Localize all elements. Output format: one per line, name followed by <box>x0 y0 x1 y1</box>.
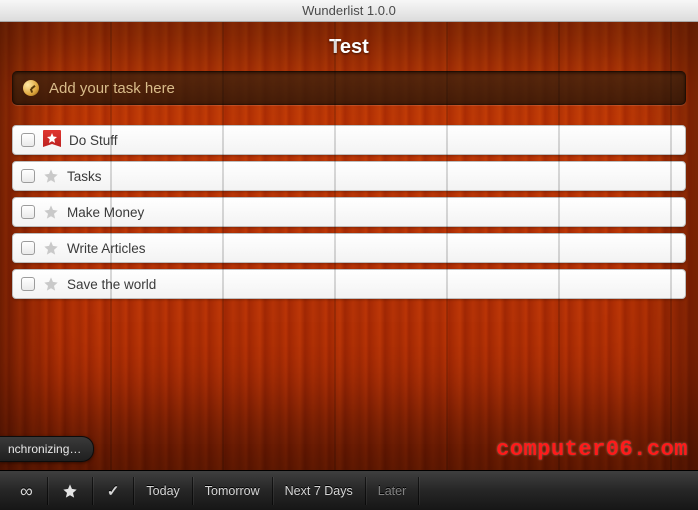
sync-status-label: nchronizing… <box>8 442 81 456</box>
task-row[interactable]: Make Money <box>12 197 686 227</box>
filter-starred-button[interactable] <box>48 477 93 505</box>
task-row[interactable]: Save the world <box>12 269 686 299</box>
task-label: Do Stuff <box>69 133 677 148</box>
clock-icon <box>23 80 39 96</box>
task-checkbox[interactable] <box>21 277 35 291</box>
task-checkbox[interactable] <box>21 169 35 183</box>
filter-next7[interactable]: Next 7 Days <box>273 477 366 505</box>
task-label: Tasks <box>67 169 677 184</box>
task-label: Write Articles <box>67 241 677 256</box>
filter-all-button[interactable]: ∞ <box>6 477 48 505</box>
task-checkbox[interactable] <box>21 241 35 255</box>
task-label: Make Money <box>67 205 677 220</box>
star-icon[interactable] <box>43 274 59 294</box>
star-icon[interactable] <box>43 166 59 186</box>
task-checkbox[interactable] <box>21 133 35 147</box>
task-checkbox[interactable] <box>21 205 35 219</box>
main-panel: Test Do Stuff Tasks Make Money Write Articl… <box>0 22 698 470</box>
filter-today[interactable]: Today <box>134 477 192 505</box>
filter-later[interactable]: Later <box>366 477 420 505</box>
filter-done-button[interactable]: ✓ <box>93 477 135 505</box>
star-icon[interactable] <box>43 202 59 222</box>
window-titlebar: Wunderlist 1.0.0 <box>0 0 698 22</box>
infinity-icon: ∞ <box>20 482 33 500</box>
task-label: Save the world <box>67 277 677 292</box>
task-row[interactable]: Do Stuff <box>12 125 686 155</box>
task-row[interactable]: Write Articles <box>12 233 686 263</box>
star-ribbon-icon[interactable] <box>43 130 61 150</box>
filter-tomorrow[interactable]: Tomorrow <box>193 477 273 505</box>
task-list: Do Stuff Tasks Make Money Write Articles Sav… <box>12 125 686 299</box>
watermark: computer06.com <box>496 437 688 462</box>
add-task-row[interactable] <box>12 71 686 105</box>
star-icon <box>62 483 78 499</box>
add-task-input[interactable] <box>49 80 675 97</box>
window-title: Wunderlist 1.0.0 <box>302 3 396 18</box>
list-title: Test <box>12 22 686 71</box>
star-icon[interactable] <box>43 238 59 258</box>
check-icon: ✓ <box>107 482 120 500</box>
task-row[interactable]: Tasks <box>12 161 686 191</box>
bottom-toolbar: ∞ ✓ Today Tomorrow Next 7 Days Later <box>0 470 698 510</box>
sync-status: nchronizing… <box>0 436 94 462</box>
